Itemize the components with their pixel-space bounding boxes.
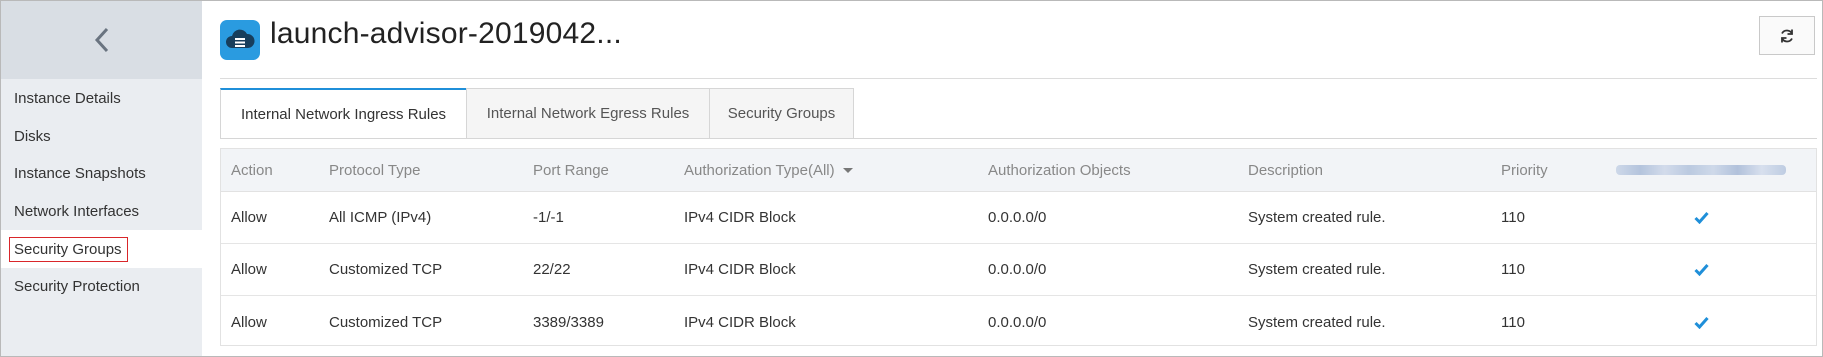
- tab-egress-rules[interactable]: Internal Network Egress Rules: [466, 88, 710, 138]
- tab-ingress-rules[interactable]: Internal Network Ingress Rules: [220, 88, 467, 138]
- sidebar-item-label: Network Interfaces: [14, 203, 140, 221]
- caret-down-icon: [842, 167, 853, 173]
- cell-auth-type: IPv4 CIDR Block: [684, 209, 796, 226]
- sidebar-item-disks[interactable]: Disks: [1, 118, 202, 156]
- column-header-priority: Priority: [1501, 161, 1548, 179]
- tab-label: Internal Network Egress Rules: [486, 105, 690, 122]
- refresh-icon: [1781, 29, 1793, 42]
- cell-protocol: All ICMP (IPv4): [329, 209, 432, 226]
- tab-security-groups[interactable]: Security Groups: [709, 88, 854, 138]
- cell-action: Allow: [231, 261, 267, 278]
- header-divider: [220, 78, 1817, 79]
- column-header-port-range: Port Range: [533, 161, 609, 179]
- sidebar-item-security-groups[interactable]: Security Groups: [1, 230, 202, 268]
- sidebar-item-label: Security Protection: [14, 278, 140, 296]
- cell-priority: 110: [1501, 313, 1525, 331]
- chevron-left-icon: [94, 27, 108, 53]
- cloud-server-icon: [220, 20, 260, 60]
- sidebar-item-label: Security Groups: [9, 236, 128, 262]
- cell-action: Allow: [231, 209, 267, 226]
- main-content: launch-advisor-2019042... Internal Netwo…: [202, 1, 1822, 356]
- cell-status: [1601, 244, 1801, 295]
- cell-status: [1601, 192, 1801, 243]
- cell-priority: 110: [1501, 209, 1525, 226]
- sidebar-nav: Instance Details Disks Instance Snapshot…: [1, 80, 202, 306]
- sidebar: Instance Details Disks Instance Snapshot…: [1, 1, 202, 356]
- cell-description: System created rule.: [1248, 261, 1386, 278]
- table-row: Allow Customized TCP 3389/3389 IPv4 CIDR…: [221, 296, 1816, 348]
- cell-auth-objects: 0.0.0.0/0: [988, 209, 1047, 226]
- cell-protocol: Customized TCP: [329, 313, 443, 331]
- cell-description: System created rule.: [1248, 209, 1386, 226]
- tab-bar: Internal Network Ingress Rules Internal …: [220, 88, 854, 138]
- column-header-label: Authorization Type(All): [684, 161, 835, 179]
- cell-port-range: 22/22: [533, 261, 571, 278]
- cell-protocol: Customized TCP: [329, 261, 443, 278]
- rules-table: Action Protocol Type Port Range Authoriz…: [220, 148, 1817, 346]
- column-header-redacted: [1601, 149, 1801, 191]
- sidebar-item-network-interfaces[interactable]: Network Interfaces: [1, 193, 202, 231]
- cell-port-range: 3389/3389: [533, 313, 604, 331]
- sidebar-item-instance-details[interactable]: Instance Details: [1, 80, 202, 118]
- tabs-divider: [220, 138, 1817, 139]
- cell-priority: 110: [1501, 261, 1525, 278]
- cell-description: System created rule.: [1248, 313, 1386, 331]
- sidebar-item-label: Instance Details: [14, 90, 121, 108]
- tab-label: Internal Network Ingress Rules: [240, 105, 447, 123]
- cell-port-range: -1/-1: [533, 209, 564, 226]
- refresh-button[interactable]: [1759, 16, 1815, 55]
- table-row: Allow Customized TCP 22/22 IPv4 CIDR Blo…: [221, 244, 1816, 296]
- checkmark-icon: [1693, 264, 1709, 276]
- checkmark-icon: [1693, 316, 1709, 329]
- sidebar-item-label: Instance Snapshots: [14, 165, 146, 183]
- column-header-authorization-objects: Authorization Objects: [988, 161, 1131, 179]
- cell-status: [1601, 296, 1801, 348]
- page-title: launch-advisor-2019042...: [270, 17, 622, 50]
- sidebar-item-instance-snapshots[interactable]: Instance Snapshots: [1, 155, 202, 193]
- column-header-authorization-type[interactable]: Authorization Type(All): [684, 149, 853, 191]
- table-row: Allow All ICMP (IPv4) -1/-1 IPv4 CIDR Bl…: [221, 192, 1816, 244]
- tab-label: Security Groups: [727, 105, 836, 122]
- cell-auth-objects: 0.0.0.0/0: [988, 261, 1047, 278]
- sidebar-item-security-protection[interactable]: Security Protection: [1, 268, 202, 306]
- cell-auth-type: IPv4 CIDR Block: [684, 261, 796, 278]
- redacted-text: [1616, 165, 1786, 175]
- cell-auth-type: IPv4 CIDR Block: [684, 313, 796, 331]
- back-button[interactable]: [1, 1, 202, 79]
- column-header-protocol-type: Protocol Type: [329, 161, 421, 179]
- column-header-description: Description: [1248, 161, 1324, 179]
- cell-action: Allow: [231, 313, 267, 331]
- table-header: Action Protocol Type Port Range Authoriz…: [221, 149, 1816, 192]
- checkmark-icon: [1693, 212, 1709, 224]
- cell-auth-objects: 0.0.0.0/0: [988, 313, 1047, 331]
- column-header-action: Action: [231, 161, 273, 179]
- sidebar-item-label: Disks: [14, 127, 51, 145]
